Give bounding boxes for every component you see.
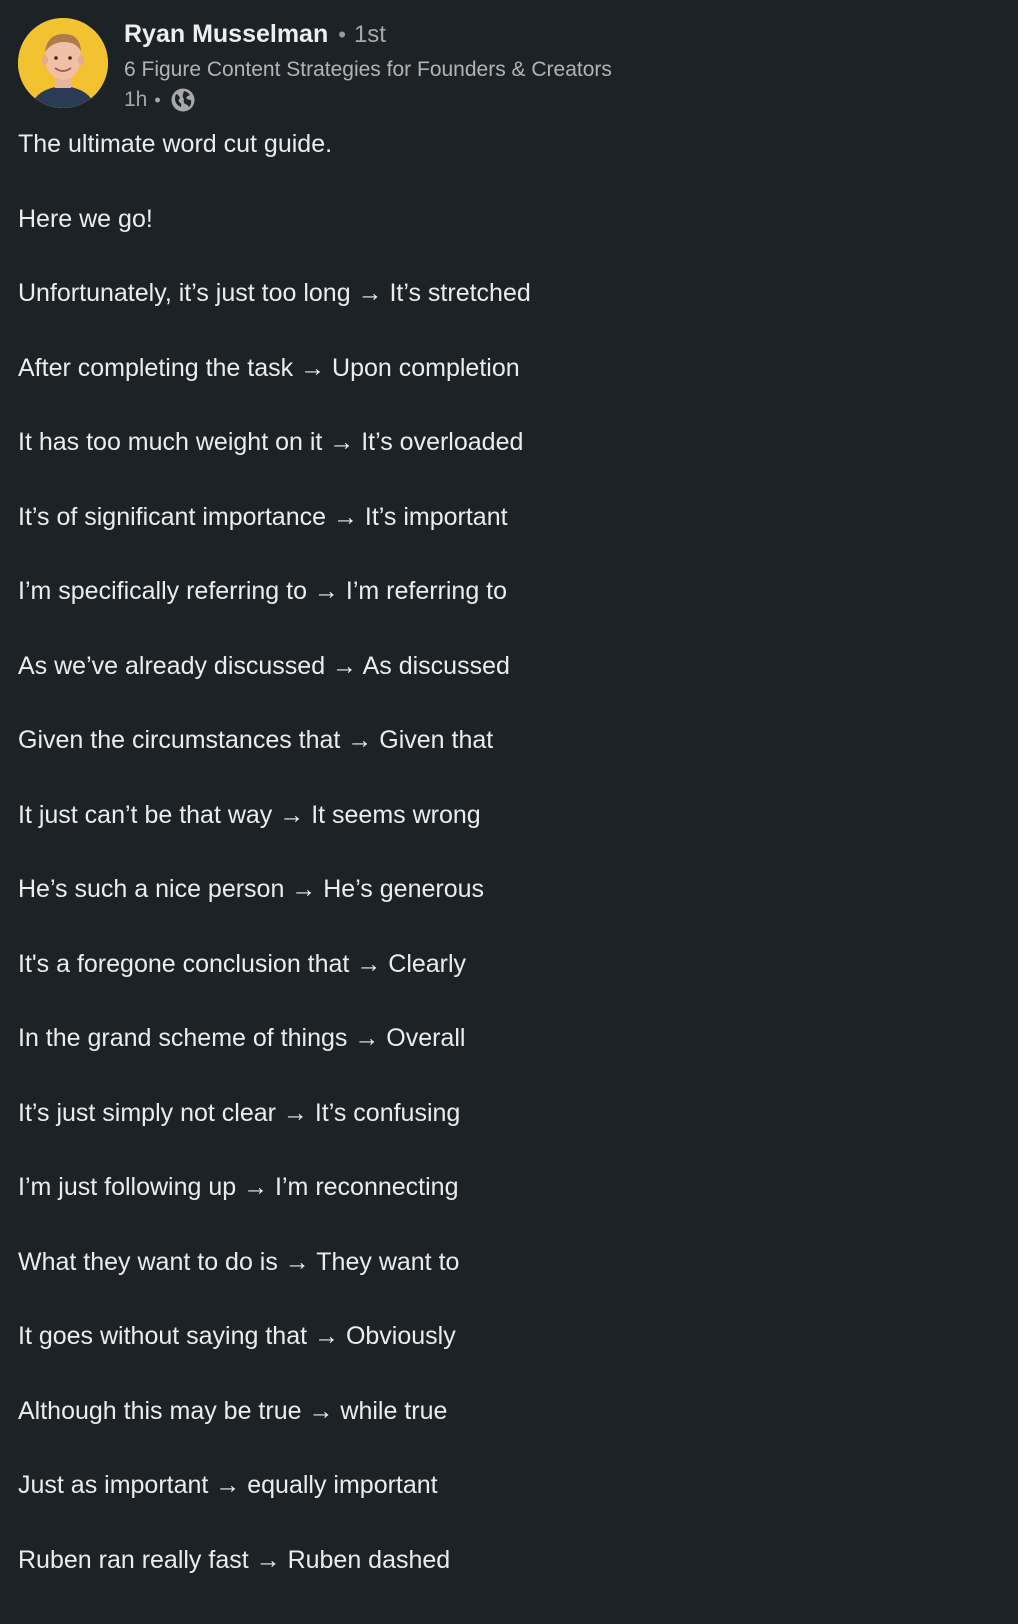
post-line: After completing the task → Upon complet…: [18, 353, 520, 382]
post-line: What they want to do is → They want to: [18, 1247, 460, 1276]
post-line: It's a foregone conclusion that → Clearl…: [18, 949, 467, 978]
author-meta: Ryan Musselman • 1st 6 Figure Content St…: [124, 18, 612, 115]
post-line: It just can’t be that way → It seems wro…: [18, 800, 481, 829]
post-line: Ruben ran really fast → Ruben dashed: [18, 1545, 451, 1574]
feed-post: Ryan Musselman • 1st 6 Figure Content St…: [0, 0, 1018, 1624]
post-line: As we’ve already discussed → As discusse…: [18, 651, 510, 680]
post-line: Unfortunately, it’s just too long → It’s…: [18, 279, 531, 307]
separator-dot: •: [154, 89, 161, 110]
post-line: It’s of significant importance → It’s im…: [18, 502, 508, 531]
author-name-line: Ryan Musselman • 1st: [124, 20, 612, 54]
post-line: He’s such a nice person → He’s generous: [18, 875, 485, 903]
post-line: Although this may be true → while true: [18, 1396, 448, 1425]
post-line: I’m just following up → I’m reconnecting: [18, 1173, 459, 1201]
profile-photo: [18, 18, 108, 108]
post-line: It’s just simply not clear → It’s confus…: [18, 1098, 461, 1127]
connection-degree: 1st: [353, 21, 386, 48]
author-name[interactable]: Ryan Musselman: [124, 20, 328, 49]
post-header: Ryan Musselman • 1st 6 Figure Content St…: [18, 18, 612, 115]
post-line: It has too much weight on it → It’s over…: [18, 428, 524, 456]
avatar[interactable]: [18, 18, 108, 108]
author-headline: 6 Figure Content Strategies for Founders…: [124, 58, 612, 81]
post-time: 1h: [124, 88, 148, 111]
post-line: Given the circumstances that → Given tha…: [18, 726, 494, 754]
post-line: The ultimate word cut guide.: [18, 130, 333, 158]
post-line: In the grand scheme of things → Overall: [18, 1024, 466, 1052]
post-line: Just as important → equally important: [18, 1471, 438, 1499]
globe-icon: [170, 87, 196, 113]
post-line: Here we go!: [18, 204, 153, 233]
post-timestamp-line: 1h •: [124, 85, 612, 115]
post-line: It goes without saying that → Obviously: [18, 1322, 456, 1350]
post-body: The ultimate word cut guide. Here we go!…: [18, 128, 998, 1618]
post-line: I’m specifically referring to → I’m refe…: [18, 577, 508, 605]
separator-dot: •: [338, 22, 346, 47]
